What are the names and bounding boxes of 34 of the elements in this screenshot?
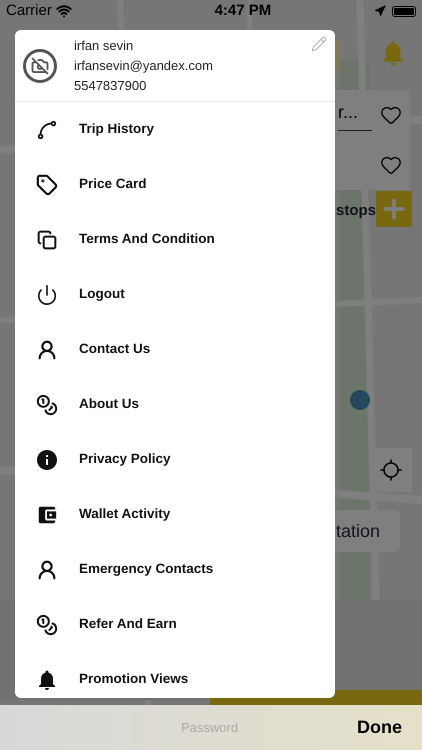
- tag-icon: [36, 174, 58, 196]
- search-field[interactable]: r...: [338, 99, 372, 131]
- user-icon: [36, 338, 58, 360]
- coins-icon: [36, 614, 58, 636]
- menu-item[interactable]: Promotion Views: [15, 652, 335, 698]
- heart-icon[interactable]: [380, 154, 402, 176]
- done-button[interactable]: Done: [357, 714, 402, 741]
- stops-label: stops: [336, 201, 376, 221]
- time-text: 4:47 PM: [214, 0, 272, 21]
- power-icon: [36, 284, 58, 306]
- avatar-icon[interactable]: [23, 48, 57, 82]
- documents-icon: [37, 230, 57, 250]
- menu-item[interactable]: Trip History: [15, 102, 335, 157]
- menu-item[interactable]: Refer And Earn: [15, 597, 335, 652]
- profile-name: irfan sevin: [74, 37, 134, 54]
- location-arrow-icon: [374, 5, 386, 17]
- battery-icon: [392, 6, 416, 16]
- menu-item[interactable]: Logout: [15, 267, 335, 322]
- menu-item[interactable]: Terms And Condition: [15, 212, 335, 267]
- wifi-icon: [56, 3, 72, 19]
- info-icon: [35, 448, 59, 472]
- carrier-text: Carrier: [6, 0, 52, 21]
- heart-icon[interactable]: [380, 104, 402, 126]
- edit-icon[interactable]: [311, 36, 327, 52]
- route-icon: [36, 118, 58, 140]
- locate-icon: [379, 458, 403, 482]
- profile-email: irfansevin@yandex.com: [74, 57, 213, 74]
- user-icon: [36, 558, 58, 580]
- menu-item[interactable]: About Us: [15, 377, 335, 432]
- profile-phone: 5547837900: [74, 77, 148, 94]
- menu-item[interactable]: Contact Us: [15, 322, 335, 377]
- menu-item[interactable]: Price Card: [15, 157, 335, 212]
- coins-icon: [36, 394, 58, 416]
- menu-item[interactable]: Privacy Policy: [15, 432, 335, 487]
